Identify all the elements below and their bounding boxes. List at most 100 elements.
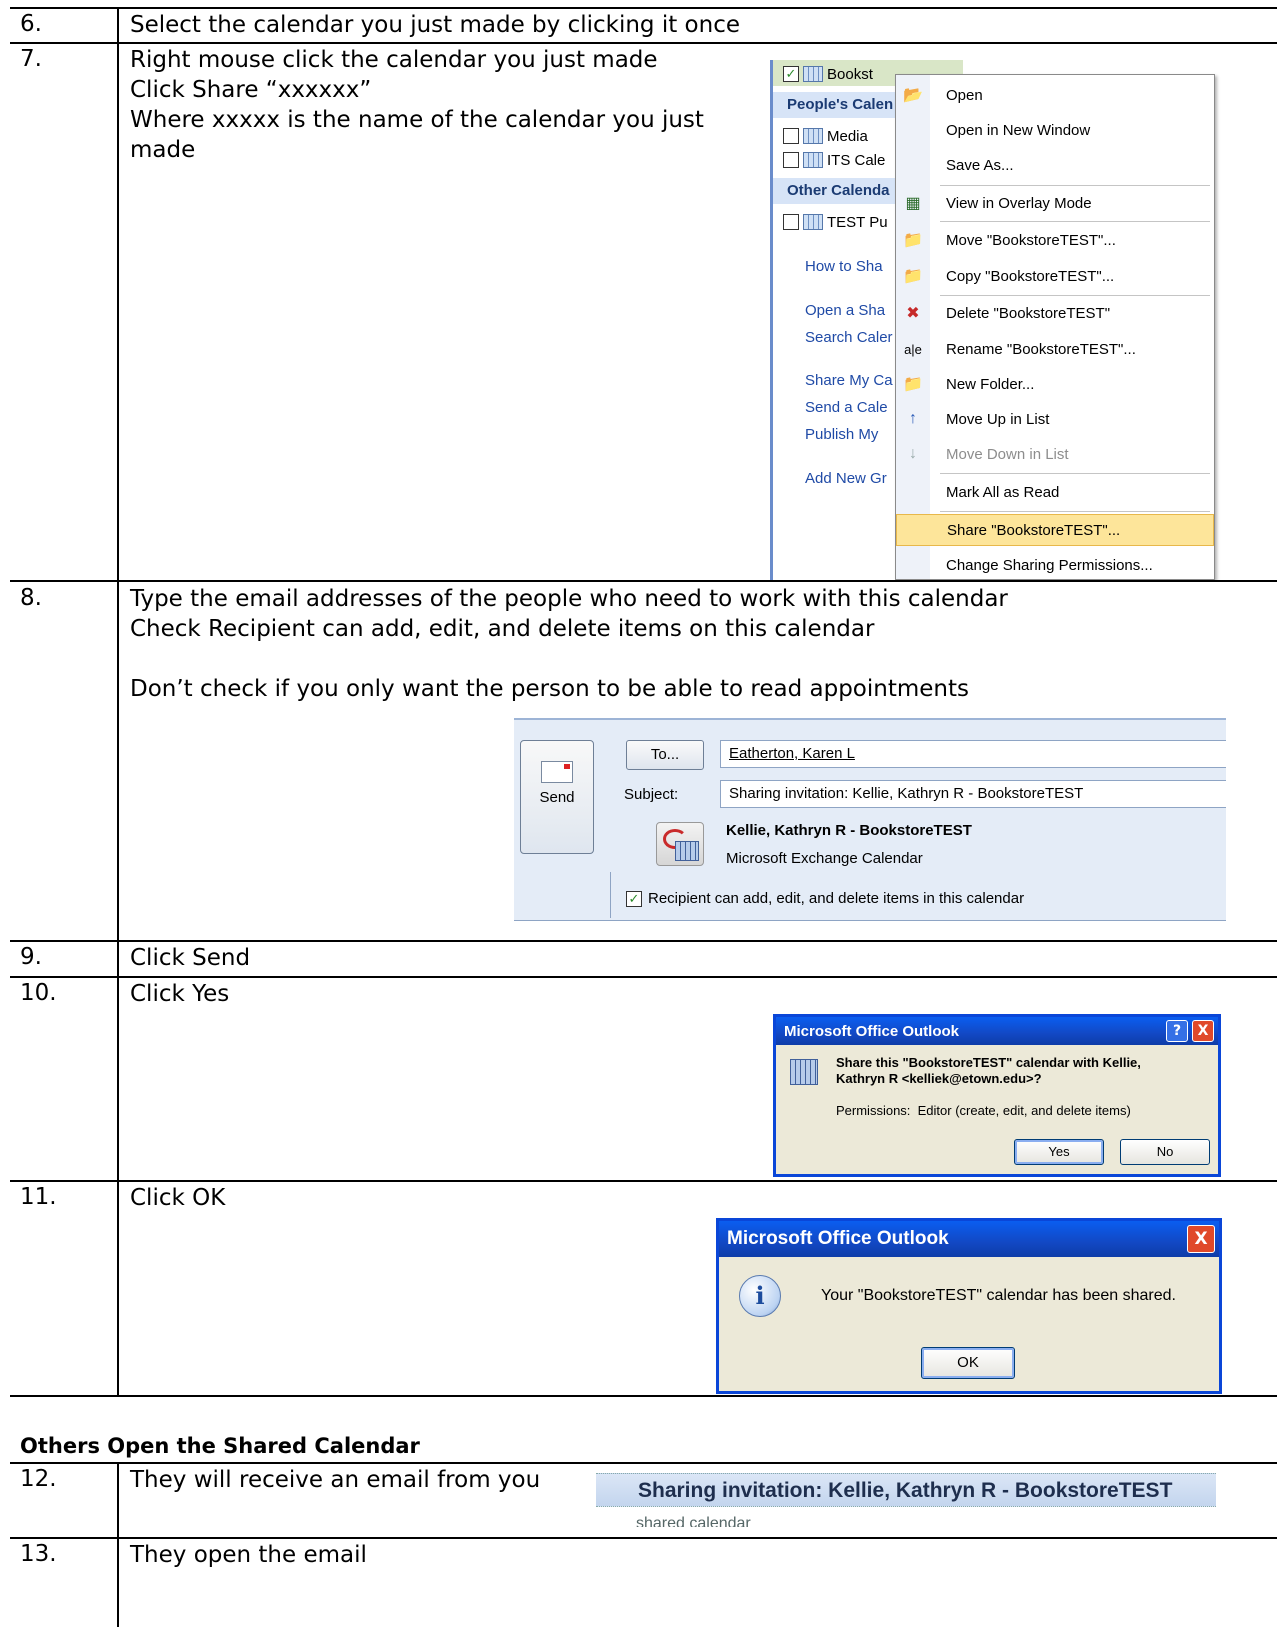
close-button[interactable]: X xyxy=(1187,1225,1215,1253)
menu-separator xyxy=(940,221,1210,222)
checkbox-checked-icon[interactable]: ✓ xyxy=(626,890,642,907)
menu-item-label: New Folder... xyxy=(946,375,1035,393)
section-heading: Others Open the Shared Calendar xyxy=(20,1434,420,1458)
shared-confirmation-dialog: Microsoft Office Outlook X i Your "Books… xyxy=(716,1218,1222,1394)
calendar-type: Microsoft Exchange Calendar xyxy=(726,850,923,867)
group-header[interactable]: People's Calen xyxy=(773,92,903,118)
menu-item-save-as[interactable]: Save As... xyxy=(896,149,1214,181)
step-line: made xyxy=(130,136,196,163)
step-number: 13. xyxy=(20,1541,57,1567)
context-menu: 📂 Open Open in New Window Save As... ▦ V… xyxy=(895,74,1215,580)
nav-link[interactable]: Add New Gr xyxy=(805,470,887,487)
navigation-pane: ✓ Bookst People's Calen Media ITS Cale O… xyxy=(770,60,963,580)
menu-item-label: Move "BookstoreTEST"... xyxy=(946,231,1116,249)
table-rule xyxy=(10,940,1277,942)
step-number: 7. xyxy=(20,46,42,72)
to-button[interactable]: To... xyxy=(626,740,704,770)
nav-link[interactable]: Publish My xyxy=(805,426,878,443)
email-body-preview: shared calendar xyxy=(636,1515,751,1527)
calendar-icon xyxy=(803,214,823,230)
menu-item-copy[interactable]: 📁 Copy "BookstoreTEST"... xyxy=(896,260,1214,292)
calendar-item[interactable]: Media xyxy=(783,124,868,148)
menu-item-overlay[interactable]: ▦ View in Overlay Mode xyxy=(896,187,1214,219)
recipient-permission-row: ✓ Recipient can add, edit, and delete it… xyxy=(626,890,1024,907)
step-line: Where xxxxx is the name of the calendar … xyxy=(130,106,704,133)
step-number: 6. xyxy=(20,11,42,37)
step-line: Click Share “xxxxxx” xyxy=(130,76,372,103)
calendar-icon xyxy=(803,128,823,144)
folder-open-icon: 📂 xyxy=(903,87,923,104)
table-rule xyxy=(10,976,1277,978)
calendar-item[interactable]: ITS Cale xyxy=(783,148,885,172)
checkbox-icon[interactable] xyxy=(783,128,799,144)
step-number: 11. xyxy=(20,1184,57,1210)
send-button[interactable]: Send xyxy=(520,740,594,854)
menu-separator xyxy=(940,185,1210,186)
message-body[interactable] xyxy=(514,920,1226,940)
to-field[interactable]: Eatherton, Karen L xyxy=(720,740,1226,768)
menu-item-open[interactable]: 📂 Open xyxy=(896,79,1214,111)
ok-button[interactable]: OK xyxy=(921,1347,1015,1379)
group-header[interactable]: Other Calenda xyxy=(773,178,903,204)
step-line: Right mouse click the calendar you just … xyxy=(130,47,658,73)
menu-item-share[interactable]: Share "BookstoreTEST"... xyxy=(896,514,1214,546)
step-text: Click Send xyxy=(130,945,251,971)
nav-link[interactable]: Send a Cale xyxy=(805,399,888,416)
recipient-permission-label: Recipient can add, edit, and delete item… xyxy=(648,890,1025,907)
close-button[interactable]: X xyxy=(1192,1020,1214,1042)
table-rule xyxy=(10,580,1277,582)
table-rule xyxy=(10,1537,1277,1539)
nav-link[interactable]: Share My Ca xyxy=(805,372,893,389)
subject-label: Subject: xyxy=(624,786,679,803)
menu-item-change-permissions[interactable]: Change Sharing Permissions... xyxy=(896,549,1214,580)
instruction-document: 6. 7. 8. 9. 10. 11. 12. 13. Select the c… xyxy=(0,0,1285,1627)
menu-item-label: Open in New Window xyxy=(946,121,1091,139)
table-rule xyxy=(10,1395,1277,1397)
exchange-calendar-icon xyxy=(656,822,704,866)
menu-item-rename[interactable]: a|e Rename "BookstoreTEST"... xyxy=(896,333,1214,365)
move-icon: 📁 xyxy=(903,232,923,249)
step-text: Right mouse click the calendar you just … xyxy=(130,46,704,166)
rename-icon: a|e xyxy=(904,341,922,357)
share-invitation-screenshot: Send To... Eatherton, Karen L Subject: S… xyxy=(514,718,1226,940)
menu-item-move-down[interactable]: ↓ Move Down in List xyxy=(896,438,1214,470)
checkbox-checked-icon[interactable]: ✓ xyxy=(783,66,799,82)
copy-icon: 📁 xyxy=(903,268,923,285)
nav-link[interactable]: Search Caler xyxy=(805,329,893,346)
menu-item-move[interactable]: 📁 Move "BookstoreTEST"... xyxy=(896,224,1214,256)
menu-item-mark-all-read[interactable]: Mark All as Read xyxy=(896,476,1214,508)
no-button[interactable]: No xyxy=(1120,1139,1210,1165)
menu-item-move-up[interactable]: ↑ Move Up in List xyxy=(896,403,1214,435)
menu-item-new-folder[interactable]: 📁 New Folder... xyxy=(896,368,1214,400)
step-text: Click OK xyxy=(130,1185,226,1211)
table-rule xyxy=(10,42,1277,44)
permissions-text: Permissions: Editor (create, edit, and d… xyxy=(836,1103,1131,1118)
shared-calendar-name: Kellie, Kathryn R - BookstoreTEST xyxy=(726,822,972,839)
email-subject[interactable]: Sharing invitation: Kellie, Kathryn R - … xyxy=(596,1473,1216,1507)
table-rule xyxy=(10,1180,1277,1182)
context-menu-screenshot: ✓ Bookst People's Calen Media ITS Cale O… xyxy=(770,60,1240,580)
calendar-item[interactable]: TEST Pu xyxy=(783,210,888,234)
subject-field[interactable]: Sharing invitation: Kellie, Kathryn R - … xyxy=(720,780,1226,808)
table-column-rule xyxy=(117,1462,119,1627)
calendar-item[interactable]: ✓ Bookst xyxy=(783,62,873,86)
calendar-icon xyxy=(803,66,823,82)
nav-link[interactable]: Open a Sha xyxy=(805,302,885,319)
step-text: They open the email xyxy=(130,1542,367,1568)
checkbox-icon[interactable] xyxy=(783,152,799,168)
checkbox-icon[interactable] xyxy=(783,214,799,230)
menu-separator xyxy=(940,473,1210,474)
menu-item-delete[interactable]: ✖ Delete "BookstoreTEST" xyxy=(896,297,1214,329)
menu-item-label: Save As... xyxy=(946,156,1014,174)
step-number: 9. xyxy=(20,944,42,970)
menu-item-open-new-window[interactable]: Open in New Window xyxy=(896,114,1214,146)
menu-separator xyxy=(940,295,1210,296)
step-number: 10. xyxy=(20,980,57,1006)
help-button[interactable]: ? xyxy=(1166,1020,1188,1042)
nav-link[interactable]: How to Sha xyxy=(805,258,883,275)
calendar-name: TEST Pu xyxy=(827,213,888,231)
yes-button[interactable]: Yes xyxy=(1014,1139,1104,1165)
dialog-message: Your "BookstoreTEST" calendar has been s… xyxy=(821,1287,1176,1304)
step-line: Don’t check if you only want the person … xyxy=(130,675,969,702)
dialog-title: Microsoft Office Outlook xyxy=(719,1221,1219,1257)
